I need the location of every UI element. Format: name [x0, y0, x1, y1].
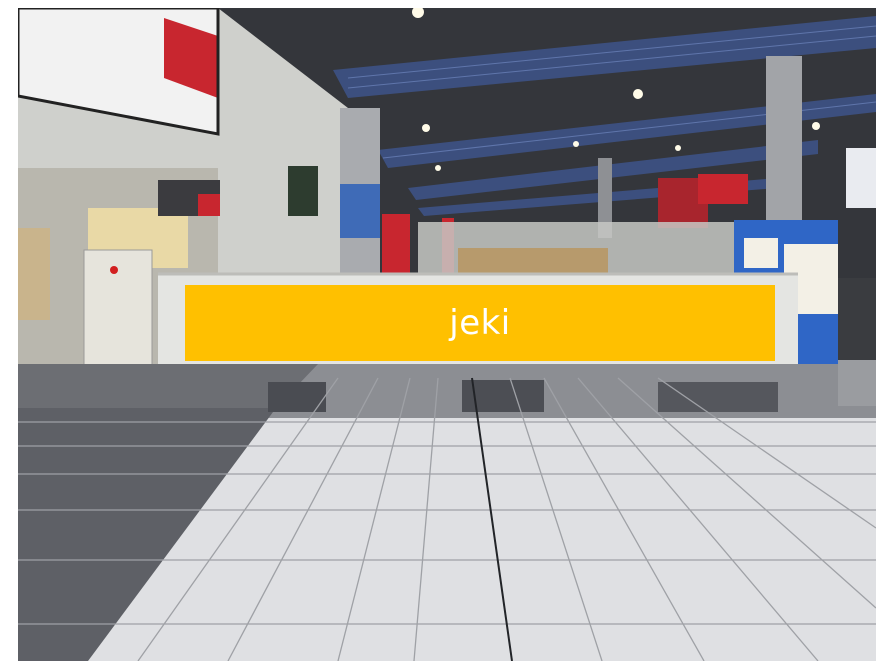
banner-text: jeki — [449, 303, 511, 343]
banner: jeki — [185, 285, 775, 361]
ticket-gate-machine — [83, 249, 153, 373]
